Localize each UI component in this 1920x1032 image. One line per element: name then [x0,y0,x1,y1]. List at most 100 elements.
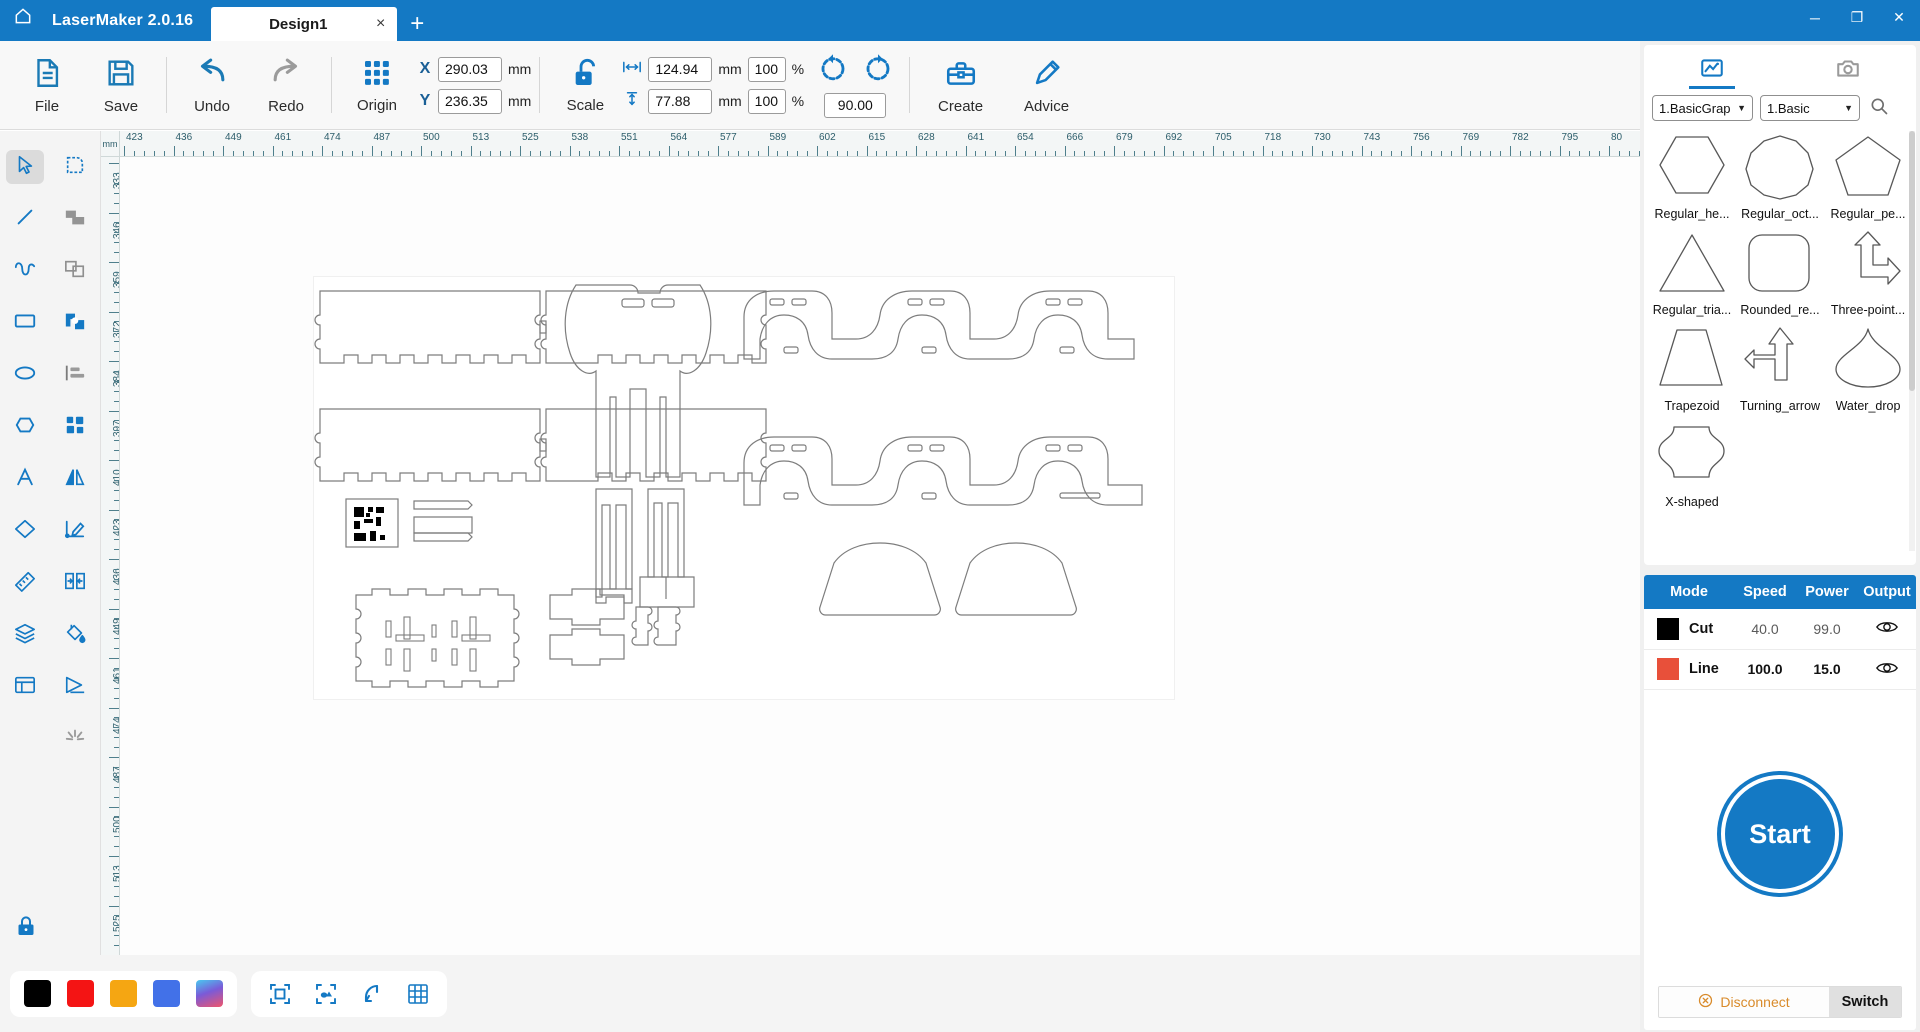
origin-button[interactable]: Origin [340,47,414,123]
disconnect-button[interactable]: Disconnect [1659,987,1829,1017]
rotate-counterclockwise-icon[interactable] [818,53,852,88]
show-grid-button[interactable] [403,979,433,1009]
vertical-ruler[interactable]: 333 346 359 372 384 397 410 423 436 449 461 474 487 5… [101,157,120,955]
shape-item[interactable]: Water_drop [1824,323,1912,417]
fill-tool[interactable] [50,609,100,661]
library-scrollbar[interactable] [1909,131,1915,551]
cell-mode[interactable]: Cut [1644,609,1734,650]
frame-tool[interactable] [0,661,50,713]
shape-item[interactable]: Trapezoid [1648,323,1736,417]
shape-item[interactable]: Regular_tria... [1648,227,1736,321]
layers-tool[interactable] [0,609,50,661]
array-tool[interactable] [50,401,100,453]
offset-tool[interactable] [50,661,100,713]
library-tab[interactable] [1644,45,1780,89]
rotation-angle-input[interactable] [824,92,887,118]
distribute-tool[interactable] [50,557,100,609]
cell-power[interactable]: 99.0 [1796,609,1858,650]
fit-selection-button[interactable] [311,979,341,1009]
ellipse-tool[interactable] [0,349,50,401]
horizontal-ruler[interactable]: 423 436 449 461 474 487 500 513 525 538 551 564 577 5… [120,131,1640,157]
color-amber[interactable] [110,980,137,1007]
ruler-tool[interactable] [0,557,50,609]
category-select[interactable]: 1.BasicGrap ▼ [1652,95,1753,121]
width-percent-input[interactable] [747,56,786,82]
color-gradient[interactable] [196,980,223,1007]
width-input[interactable] [648,56,713,82]
cell-speed[interactable]: 40.0 [1734,609,1796,650]
eye-icon[interactable] [1875,622,1899,639]
rotate-clockwise-icon[interactable] [863,53,893,88]
measure-angle-tool[interactable] [50,505,100,557]
shape-item[interactable]: Regular_he... [1648,131,1736,225]
design-canvas[interactable] [120,157,1640,955]
cell-mode[interactable]: Line [1644,649,1734,690]
subtract-tool[interactable] [50,297,100,349]
scale-button[interactable]: Scale [548,47,622,123]
minimize-icon[interactable]: ─ [1794,1,1836,35]
intersect-tool[interactable] [50,245,100,297]
align-tool[interactable] [50,349,100,401]
shape-item[interactable]: Regular_oct... [1736,131,1824,225]
color-black[interactable] [24,980,51,1007]
switch-button[interactable]: Switch [1829,987,1901,1017]
select-tool[interactable] [0,141,50,193]
cell-speed[interactable]: 100.0 [1734,649,1796,690]
close-icon[interactable]: × [376,16,385,32]
undo-button[interactable]: Undo [175,47,249,123]
start-button[interactable]: Start [1721,775,1839,893]
layer-color-swatch[interactable] [1657,658,1679,680]
camera-tab[interactable] [1780,45,1916,89]
home-button[interactable] [0,0,46,41]
color-red[interactable] [67,980,94,1007]
document-tab-design1[interactable]: Design1 × [211,7,398,41]
advice-button[interactable]: Advice [1004,47,1090,123]
subcategory-select[interactable]: 1.Basic ▼ [1760,95,1860,121]
hexagon-shape [1654,133,1730,206]
color-blue[interactable] [153,980,180,1007]
maximize-icon[interactable]: ❐ [1836,1,1878,35]
width-arrow-icon [622,60,642,79]
ruler-tick [143,151,145,156]
scrollbar-thumb[interactable] [1909,131,1915,391]
shape-item[interactable]: Rounded_re... [1736,227,1824,321]
table-row[interactable]: Cut 40.0 99.0 [1644,609,1916,650]
text-tool[interactable] [0,453,50,505]
shape-item[interactable]: Regular_pe... [1824,131,1912,225]
new-tab-button[interactable]: + [397,7,437,41]
redo-button[interactable]: Redo [249,47,323,123]
x-input[interactable] [438,56,502,82]
table-row[interactable]: Line 100.0 15.0 [1644,649,1916,690]
close-window-icon[interactable]: ✕ [1878,1,1920,35]
shape-item[interactable]: Turning_arrow [1736,323,1824,417]
lock-canvas[interactable] [8,911,44,945]
eye-icon[interactable] [1875,662,1899,680]
rectangle-tool[interactable] [0,297,50,349]
layer-color-swatch[interactable] [1657,617,1679,640]
shape-item[interactable]: Three-point... [1824,227,1912,321]
magnet-snap-button[interactable] [357,979,387,1009]
cell-output[interactable] [1858,649,1916,690]
cell-output[interactable] [1858,609,1916,650]
search-button[interactable] [1869,96,1889,121]
mirror-tool[interactable] [50,453,100,505]
explode-tool[interactable] [50,713,100,765]
eraser-tool[interactable] [0,505,50,557]
cell-power[interactable]: 15.0 [1796,649,1858,690]
union-tool[interactable] [50,193,100,245]
create-button[interactable]: Create [918,47,1004,123]
height-input[interactable] [648,88,713,114]
polygon-tool[interactable] [0,401,50,453]
file-button[interactable]: File [10,47,84,123]
curve-tool[interactable] [0,245,50,297]
shape-item[interactable]: X-shaped [1648,419,1736,513]
y-input[interactable] [438,88,502,114]
ruler-tick [302,151,304,156]
work-sheet[interactable] [314,277,1174,699]
create-label: Create [938,97,984,115]
fit-to-page-button[interactable] [265,979,295,1009]
height-percent-input[interactable] [747,88,786,114]
node-edit-tool[interactable] [50,141,100,193]
save-button[interactable]: Save [84,47,158,123]
line-tool[interactable] [0,193,50,245]
